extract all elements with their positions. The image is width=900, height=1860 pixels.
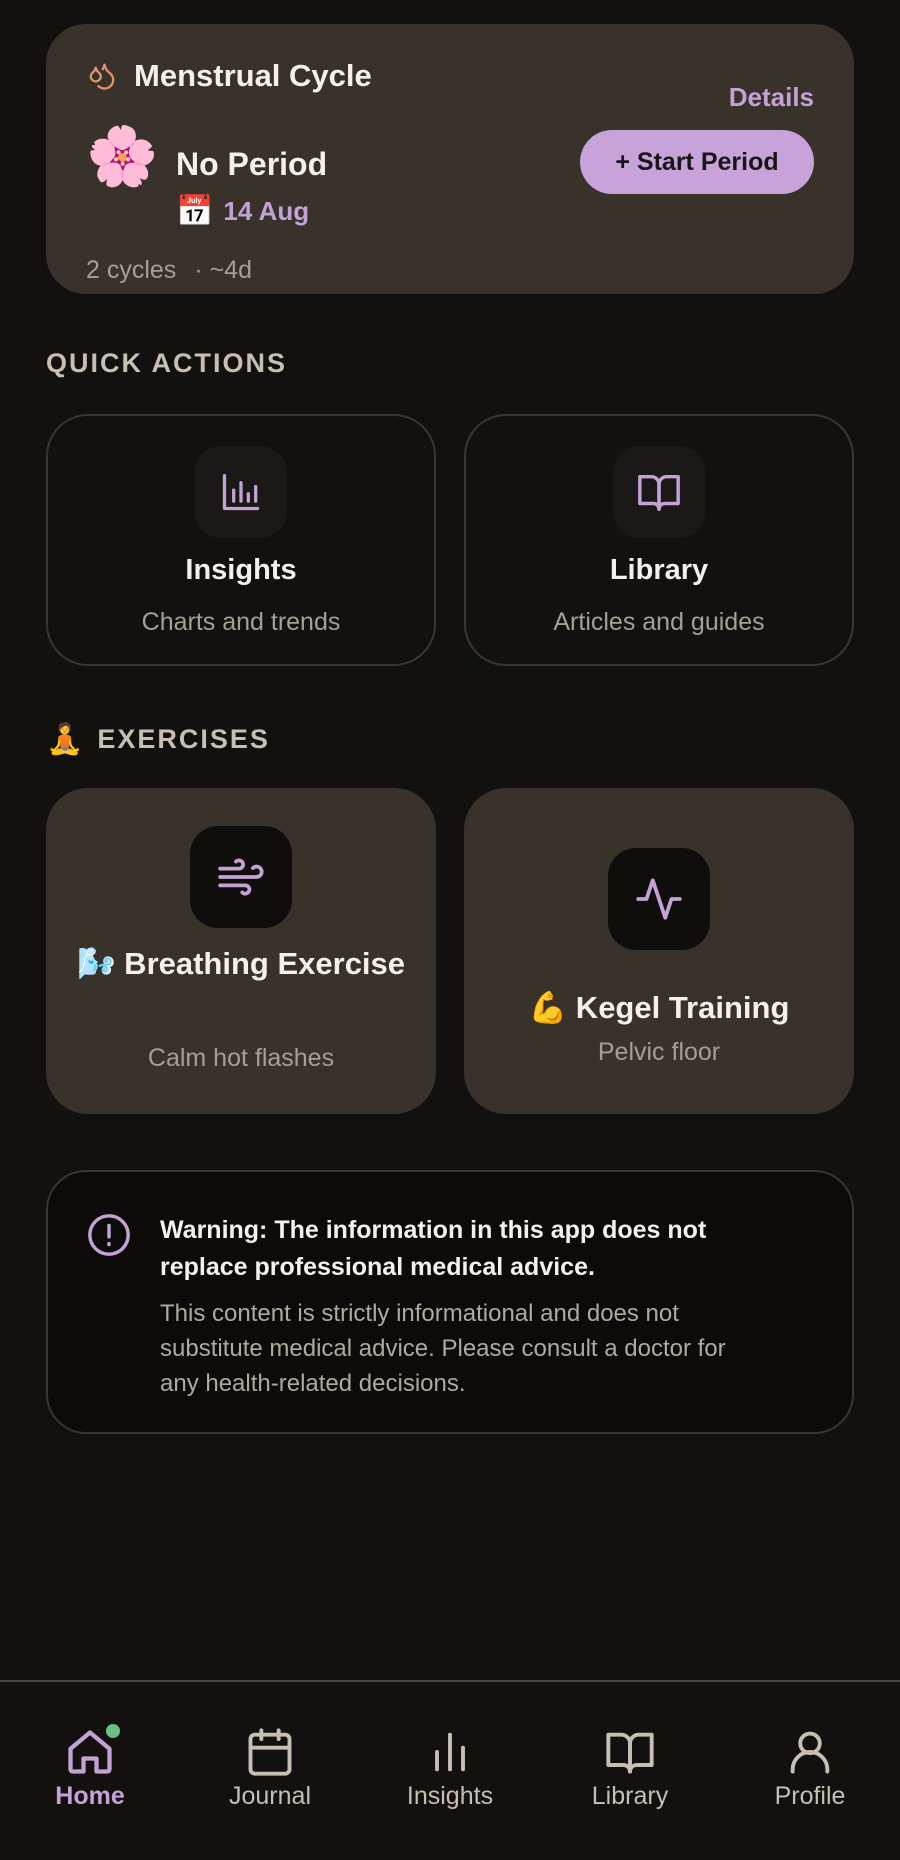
details-link[interactable]: Details <box>729 82 814 113</box>
bottom-navigation: Home Journal Insights Library Profile <box>0 1680 900 1860</box>
alert-circle-icon <box>88 1214 130 1256</box>
exercise-title: 🌬️ Breathing Exercise <box>76 946 406 981</box>
quick-action-title: Insights <box>185 554 297 586</box>
quick-action-insights[interactable]: Insights Charts and trends <box>46 414 436 666</box>
exercise-subtitle: Pelvic floor <box>597 1038 721 1066</box>
user-icon <box>790 1731 830 1774</box>
exercise-breathing[interactable]: 🌬️ Breathing Exercise Calm hot flashes <box>46 788 436 1114</box>
nav-insights[interactable]: Insights <box>360 1682 540 1860</box>
home-screen: Menstrual Cycle Details 🌸 No Period 📅 14… <box>0 0 900 1860</box>
cycle-meta: 2 cycles · ~4d <box>86 256 258 285</box>
warning-title: Warning: The information in this app doe… <box>160 1216 707 1281</box>
period-date-row: 📅 14 Aug <box>176 196 309 227</box>
bar-chart-icon <box>195 446 287 538</box>
cycle-card-header: Menstrual Cycle <box>86 58 372 94</box>
nav-library[interactable]: Library <box>540 1682 720 1860</box>
period-status: No Period <box>176 146 328 182</box>
medical-warning-card: Warning: The information in this app doe… <box>46 1170 854 1434</box>
meditation-icon: 🧘 <box>46 723 84 756</box>
exercises-heading: 🧘 EXERCISES <box>46 722 270 757</box>
cycle-length: · ~4d <box>194 256 252 284</box>
book-icon <box>606 1732 654 1774</box>
drops-icon <box>86 60 118 92</box>
nav-journal[interactable]: Journal <box>180 1682 360 1860</box>
menstrual-cycle-card[interactable]: Menstrual Cycle Details 🌸 No Period 📅 14… <box>46 24 854 294</box>
quick-action-subtitle: Charts and trends <box>141 608 341 636</box>
cycle-card-title: Menstrual Cycle <box>134 58 372 93</box>
quick-actions-title: QUICK ACTIONS <box>46 348 287 378</box>
exercises-title: EXERCISES <box>97 724 270 754</box>
period-date: 14 Aug <box>223 196 310 226</box>
bar-chart-icon <box>435 1732 465 1772</box>
book-icon <box>613 446 705 538</box>
quick-action-subtitle: Articles and guides <box>553 608 765 636</box>
nav-label: Profile <box>774 1782 846 1810</box>
calendar-emoji-icon: 📅 <box>176 194 214 228</box>
exercise-title: 💪 Kegel Training <box>528 990 790 1025</box>
nav-label: Journal <box>229 1782 311 1810</box>
nav-home[interactable]: Home <box>0 1682 180 1860</box>
cycles-count: 2 cycles <box>86 256 177 284</box>
quick-action-title: Library <box>609 554 709 586</box>
nav-label: Library <box>591 1782 669 1810</box>
quick-action-library[interactable]: Library Articles and guides <box>464 414 854 666</box>
activity-icon <box>608 848 710 950</box>
start-period-button[interactable]: + Start Period <box>580 130 814 194</box>
nav-profile[interactable]: Profile <box>720 1682 900 1860</box>
exercise-kegel[interactable]: 💪 Kegel Training Pelvic floor <box>464 788 854 1114</box>
notification-dot <box>106 1724 120 1738</box>
flower-icon: 🌸 <box>86 124 159 189</box>
calendar-icon <box>248 1728 292 1776</box>
wind-icon <box>190 826 292 928</box>
warning-body: This content is strictly informational a… <box>160 1300 726 1397</box>
quick-actions-heading: QUICK ACTIONS <box>46 348 287 379</box>
exercise-subtitle: Calm hot flashes <box>147 1044 335 1072</box>
nav-label: Insights <box>406 1782 494 1810</box>
nav-label: Home <box>55 1782 125 1810</box>
